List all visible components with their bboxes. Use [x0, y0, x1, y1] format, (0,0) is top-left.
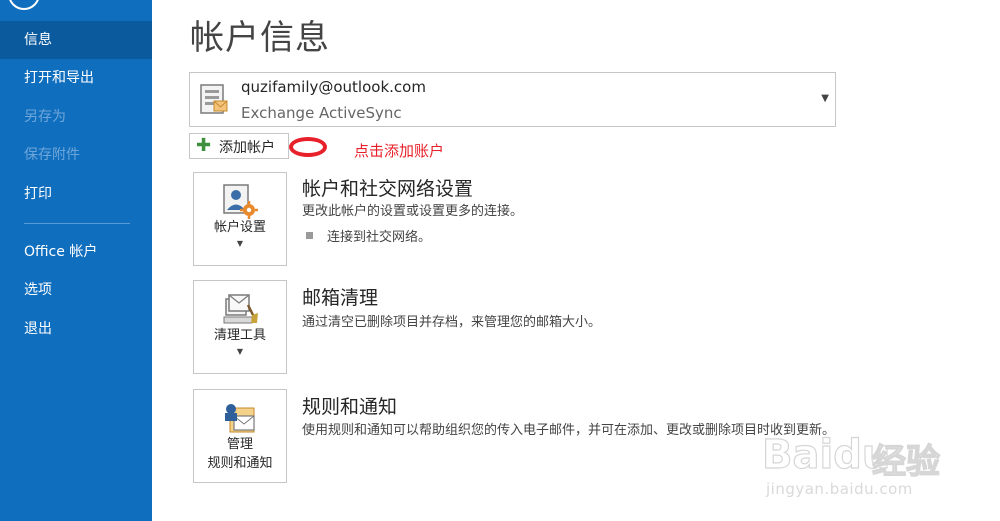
watermark-brand: 经验: [871, 441, 940, 482]
back-arrow-icon[interactable]: [8, 0, 40, 10]
dropdown-arrow-icon[interactable]: ▼: [821, 93, 829, 104]
social-connect-item[interactable]: 连接到社交网络。: [306, 226, 431, 245]
account-selector[interactable]: quzifamily@outlook.com Exchange ActiveSy…: [189, 72, 836, 127]
cleanup-tools-icon: [223, 294, 258, 324]
manage-rules-tile[interactable]: 管理 规则和通知: [193, 389, 287, 483]
sidebar-divider: [24, 223, 130, 224]
exchange-account-icon: [200, 84, 228, 114]
backstage-sidebar: 信息 打开和导出 另存为 保存附件 打印 Office 帐户 选项 退出: [0, 0, 152, 521]
account-email: quzifamily@outlook.com: [241, 78, 426, 96]
account-settings-tile[interactable]: 帐户设置 ▼: [193, 172, 287, 266]
rules-alerts-title: 规则和通知: [302, 396, 398, 418]
add-account-label: 添加帐户: [219, 140, 275, 156]
bullet-square-icon: [306, 232, 313, 239]
annotation-text: 点击添加账户: [354, 142, 445, 160]
sidebar-item-save-as: 另存为: [24, 109, 66, 125]
account-social-title: 帐户和社交网络设置: [302, 178, 474, 200]
sidebar-item-print[interactable]: 打印: [0, 175, 152, 213]
chevron-down-icon: ▼: [236, 239, 244, 248]
sidebar-item-save-attachments: 保存附件: [24, 147, 80, 163]
watermark-url: jingyan.baidu.com: [766, 480, 913, 498]
sidebar-item-open-export[interactable]: 打开和导出: [0, 59, 152, 97]
chevron-down-icon: ▼: [236, 347, 244, 356]
sidebar-item-info[interactable]: 信息: [0, 21, 152, 59]
manage-rules-label-line2: 规则和通知: [207, 456, 273, 471]
sidebar-item-options[interactable]: 选项: [0, 271, 152, 309]
sidebar-item-exit[interactable]: 退出: [0, 310, 152, 348]
account-type: Exchange ActiveSync: [241, 104, 402, 122]
account-settings-label: 帐户设置: [213, 220, 266, 235]
cleanup-tools-label: 清理工具: [213, 328, 266, 343]
rules-alerts-icon: [225, 404, 255, 433]
page-title: 帐户信息: [190, 18, 330, 58]
add-account-button[interactable]: ✚ 添加帐户: [189, 133, 289, 159]
account-settings-icon: [223, 184, 258, 219]
annotation-ellipse: [289, 137, 327, 157]
mailbox-cleanup-desc: 通过清空已删除项目并存档，来管理您的邮箱大小。: [302, 315, 602, 330]
manage-rules-label-line1: 管理: [226, 437, 253, 452]
account-social-desc: 更改此帐户的设置或设置更多的连接。: [302, 204, 524, 219]
cleanup-tools-tile[interactable]: 清理工具 ▼: [193, 280, 287, 374]
plus-icon: ✚: [196, 135, 212, 156]
sidebar-item-office-account[interactable]: Office 帐户: [0, 233, 152, 271]
social-connect-label: 连接到社交网络。: [327, 230, 432, 245]
baidu-jingyan-watermark: Baidu 经验 jingyan.baidu.com: [760, 410, 990, 510]
mailbox-cleanup-title: 邮箱清理: [302, 287, 379, 309]
